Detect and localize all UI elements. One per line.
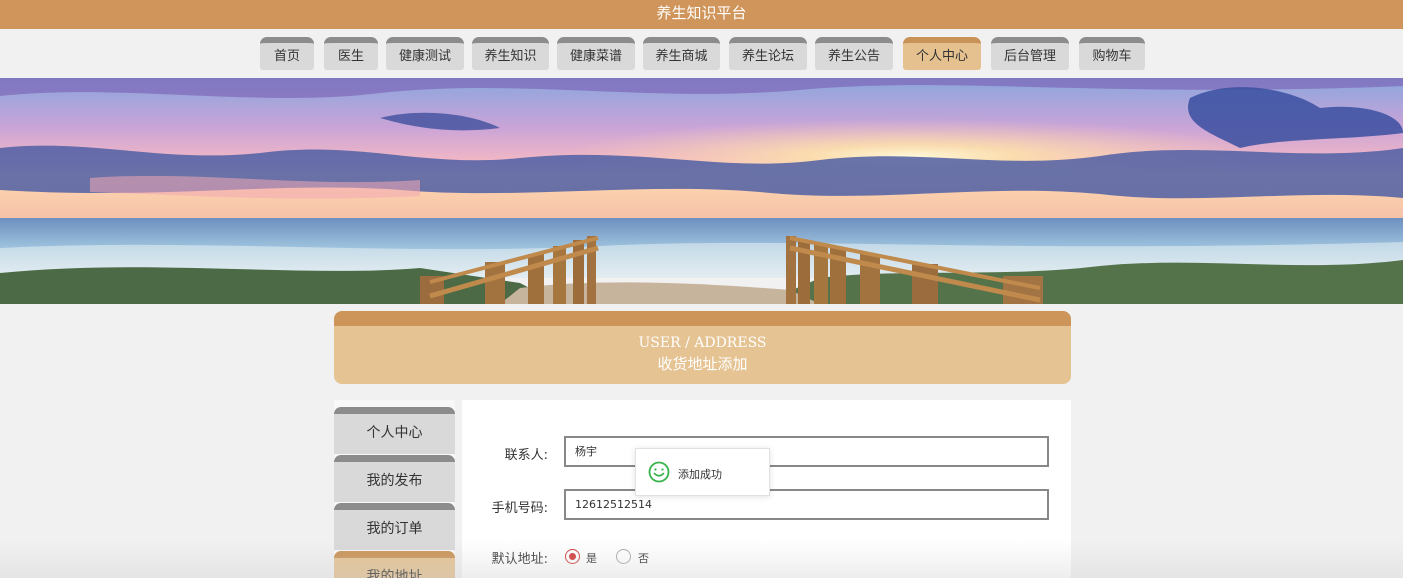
default-no-label: 否 bbox=[638, 552, 649, 565]
nav-item-doctor[interactable]: 医生 bbox=[324, 37, 378, 70]
phone-label: 手机号码: bbox=[491, 501, 548, 516]
default-yes-label: 是 bbox=[586, 552, 597, 565]
nav-item-health-notice[interactable]: 养生公告 bbox=[815, 37, 893, 70]
default-address-label: 默认地址: bbox=[491, 552, 548, 567]
success-toast: 添加成功 bbox=[635, 448, 770, 496]
beach-sunset-image bbox=[0, 78, 1403, 304]
nav-item-cart[interactable]: 购物车 bbox=[1079, 37, 1145, 70]
side-menu: 个人中心 我的发布 我的订单 我的地址 bbox=[334, 400, 455, 578]
side-item-my-orders[interactable]: 我的订单 bbox=[334, 503, 455, 550]
nav-item-health-knowledge[interactable]: 养生知识 bbox=[472, 37, 549, 70]
contact-label: 联系人: bbox=[504, 448, 548, 463]
nav-item-health-test[interactable]: 健康测试 bbox=[386, 37, 464, 70]
nav-item-home[interactable]: 首页 bbox=[260, 37, 314, 70]
side-item-my-posts[interactable]: 我的发布 bbox=[334, 455, 455, 502]
nav-item-personal-center[interactable]: 个人中心 bbox=[903, 37, 981, 70]
side-item-personal-center[interactable]: 个人中心 bbox=[334, 407, 455, 454]
nav-item-admin[interactable]: 后台管理 bbox=[991, 37, 1069, 70]
toast-message: 添加成功 bbox=[678, 468, 722, 481]
section-title-en: USER / ADDRESS bbox=[638, 335, 767, 351]
default-yes-radio[interactable] bbox=[565, 549, 580, 564]
section-title-cn: 收货地址添加 bbox=[657, 355, 748, 373]
site-title: 养生知识平台 bbox=[656, 4, 747, 22]
default-address-row: 默认地址: 是 否 bbox=[462, 546, 1071, 570]
hero-banner bbox=[0, 78, 1403, 304]
default-no-radio[interactable] bbox=[616, 549, 631, 564]
nav-item-health-forum[interactable]: 养生论坛 bbox=[729, 37, 807, 70]
smile-icon bbox=[648, 461, 670, 483]
site-header: 养生知识平台 bbox=[0, 0, 1403, 29]
side-item-my-address[interactable]: 我的地址 bbox=[334, 551, 455, 578]
section-header: USER / ADDRESS 收货地址添加 bbox=[334, 311, 1071, 384]
main-nav: 首页 医生 健康测试 养生知识 健康菜谱 养生商城 养生论坛 养生公告 个人中心… bbox=[0, 29, 1403, 78]
nav-item-health-mall[interactable]: 养生商城 bbox=[643, 37, 720, 70]
nav-item-health-recipes[interactable]: 健康菜谱 bbox=[557, 37, 635, 70]
